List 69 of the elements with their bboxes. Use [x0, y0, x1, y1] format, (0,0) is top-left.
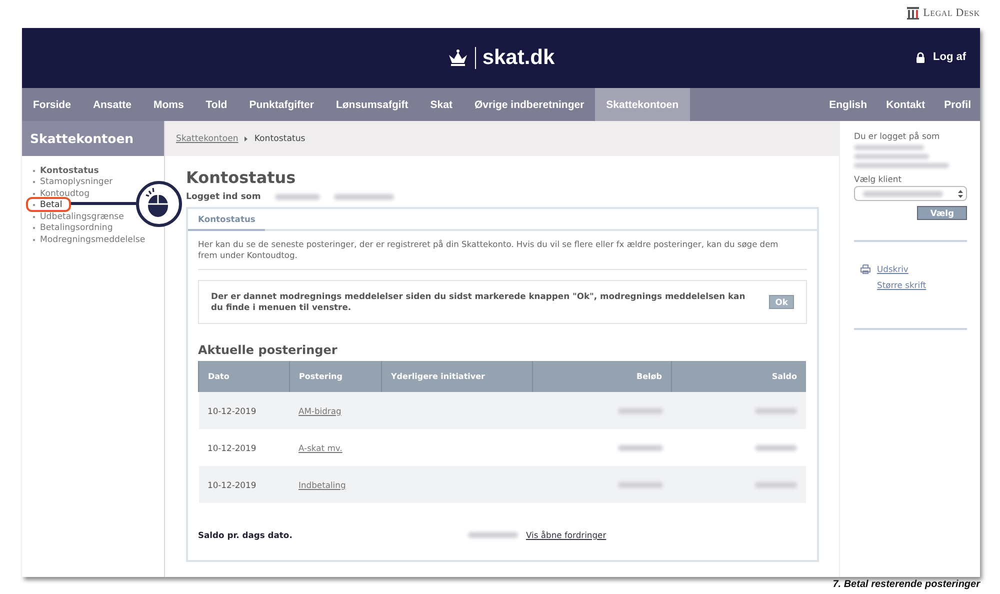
column-header: Beløb — [532, 361, 672, 392]
lock-icon — [916, 52, 925, 62]
nav-item[interactable]: Punktafgifter — [238, 88, 325, 121]
posting-link[interactable]: Indbetaling — [298, 480, 346, 490]
sidebar-link[interactable]: Større skrift — [877, 280, 926, 290]
posting-link[interactable]: AM-bidrag — [298, 406, 342, 416]
logout-link[interactable]: Log af — [933, 51, 966, 63]
intro-text: Her kan du se de seneste posteringer, der er registreret på din Skattekonto. Hvis du vil se flere eller fx ældre posteringer, kan du søge dem frem under Kontoudtog. — [198, 239, 807, 270]
sidebar-link[interactable]: Udskriv — [877, 264, 908, 274]
column-header: Postering — [290, 361, 382, 392]
client-select[interactable] — [854, 186, 967, 201]
site-logo[interactable]: skat.dk — [482, 46, 555, 70]
sidebar-title: Skattekontoen — [22, 121, 164, 156]
sidebar-item[interactable]: Kontostatus — [40, 166, 99, 176]
table-cell: 10-12-2019 — [198, 392, 290, 429]
figure-caption: 7. Betal resterende posteringer — [832, 579, 980, 590]
page-title: Kontostatus — [186, 168, 297, 187]
notice-text: Der er dannet modregnings meddelelser siden du sidst markerede knappen "Ok", modregnings meddelelsen kan du finde i menuen til venstre. — [211, 291, 746, 313]
column-header: Saldo — [672, 361, 806, 392]
blurred-text — [468, 532, 518, 538]
sidebar-item[interactable]: Modregningsmeddelelse — [40, 234, 146, 245]
column-header: Dato — [198, 361, 290, 392]
blurred-text — [334, 194, 394, 200]
client-label: Vælg klient — [854, 174, 903, 184]
blurred-text — [274, 194, 320, 200]
saldo-label: Saldo pr. dags dato. — [198, 530, 294, 540]
ok-button[interactable]: Ok — [769, 295, 794, 309]
blurred-text — [755, 408, 797, 414]
table-cell: 10-12-2019 — [198, 466, 290, 503]
open-claims-link[interactable]: Vis åbne fordringer — [526, 530, 606, 540]
sidebar-item[interactable]: Betalingsordning — [40, 223, 113, 234]
nav-item[interactable]: Profil — [934, 88, 980, 121]
blurred-text — [755, 482, 797, 488]
nav-item[interactable]: Skat — [419, 88, 464, 121]
column-header: Yderligere initiativer — [382, 361, 532, 392]
breadcrumb-link[interactable]: Skattekontoen — [176, 134, 238, 144]
brand-logo: Legal Desk — [923, 7, 980, 19]
blurred-text — [618, 408, 662, 414]
breadcrumb-current: Kontostatus — [254, 134, 306, 144]
posting-link[interactable]: A-skat mv. — [298, 442, 342, 452]
nav-item[interactable]: English — [819, 88, 876, 121]
choose-button[interactable]: Vælg — [917, 206, 967, 220]
nav-item[interactable]: Forside — [22, 88, 82, 121]
tab[interactable]: Kontostatus — [188, 209, 266, 231]
nav-item[interactable]: Lønsumsafgift — [324, 88, 420, 121]
printer-icon — [860, 264, 871, 274]
sidebar-item[interactable]: Udbetalingsgrænse — [40, 212, 124, 222]
updown-icon — [958, 190, 963, 198]
sidebar-item[interactable]: Betal — [40, 200, 62, 210]
sidebar-item[interactable]: Kontoudtog — [40, 188, 90, 199]
nav-item[interactable]: Ansatte — [82, 88, 142, 121]
blurred-text — [618, 482, 662, 488]
nav-item[interactable]: Kontakt — [876, 88, 934, 121]
nav-item[interactable]: Told — [194, 88, 238, 121]
blurred-text — [755, 444, 797, 450]
nav-item[interactable]: Moms — [142, 88, 195, 121]
crown-icon — [447, 49, 470, 67]
nav-item[interactable]: Skattekontoen — [595, 88, 690, 121]
blurred-text — [854, 145, 924, 150]
blurred-text — [618, 444, 662, 450]
logged-in-label: Du er logget på som — [854, 131, 941, 141]
nav-item[interactable]: Øvrige indberetninger — [463, 88, 596, 121]
columns-icon — [906, 6, 920, 20]
sidebar-item[interactable]: Stamoplysninger — [40, 177, 113, 188]
highlight-ring — [26, 196, 71, 212]
chevron-icon — [244, 136, 248, 142]
table-cell: 10-12-2019 — [198, 429, 290, 466]
logged-in-label: Logget ind som — [186, 192, 261, 202]
section-title: Aktuelle posteringer — [198, 343, 338, 357]
